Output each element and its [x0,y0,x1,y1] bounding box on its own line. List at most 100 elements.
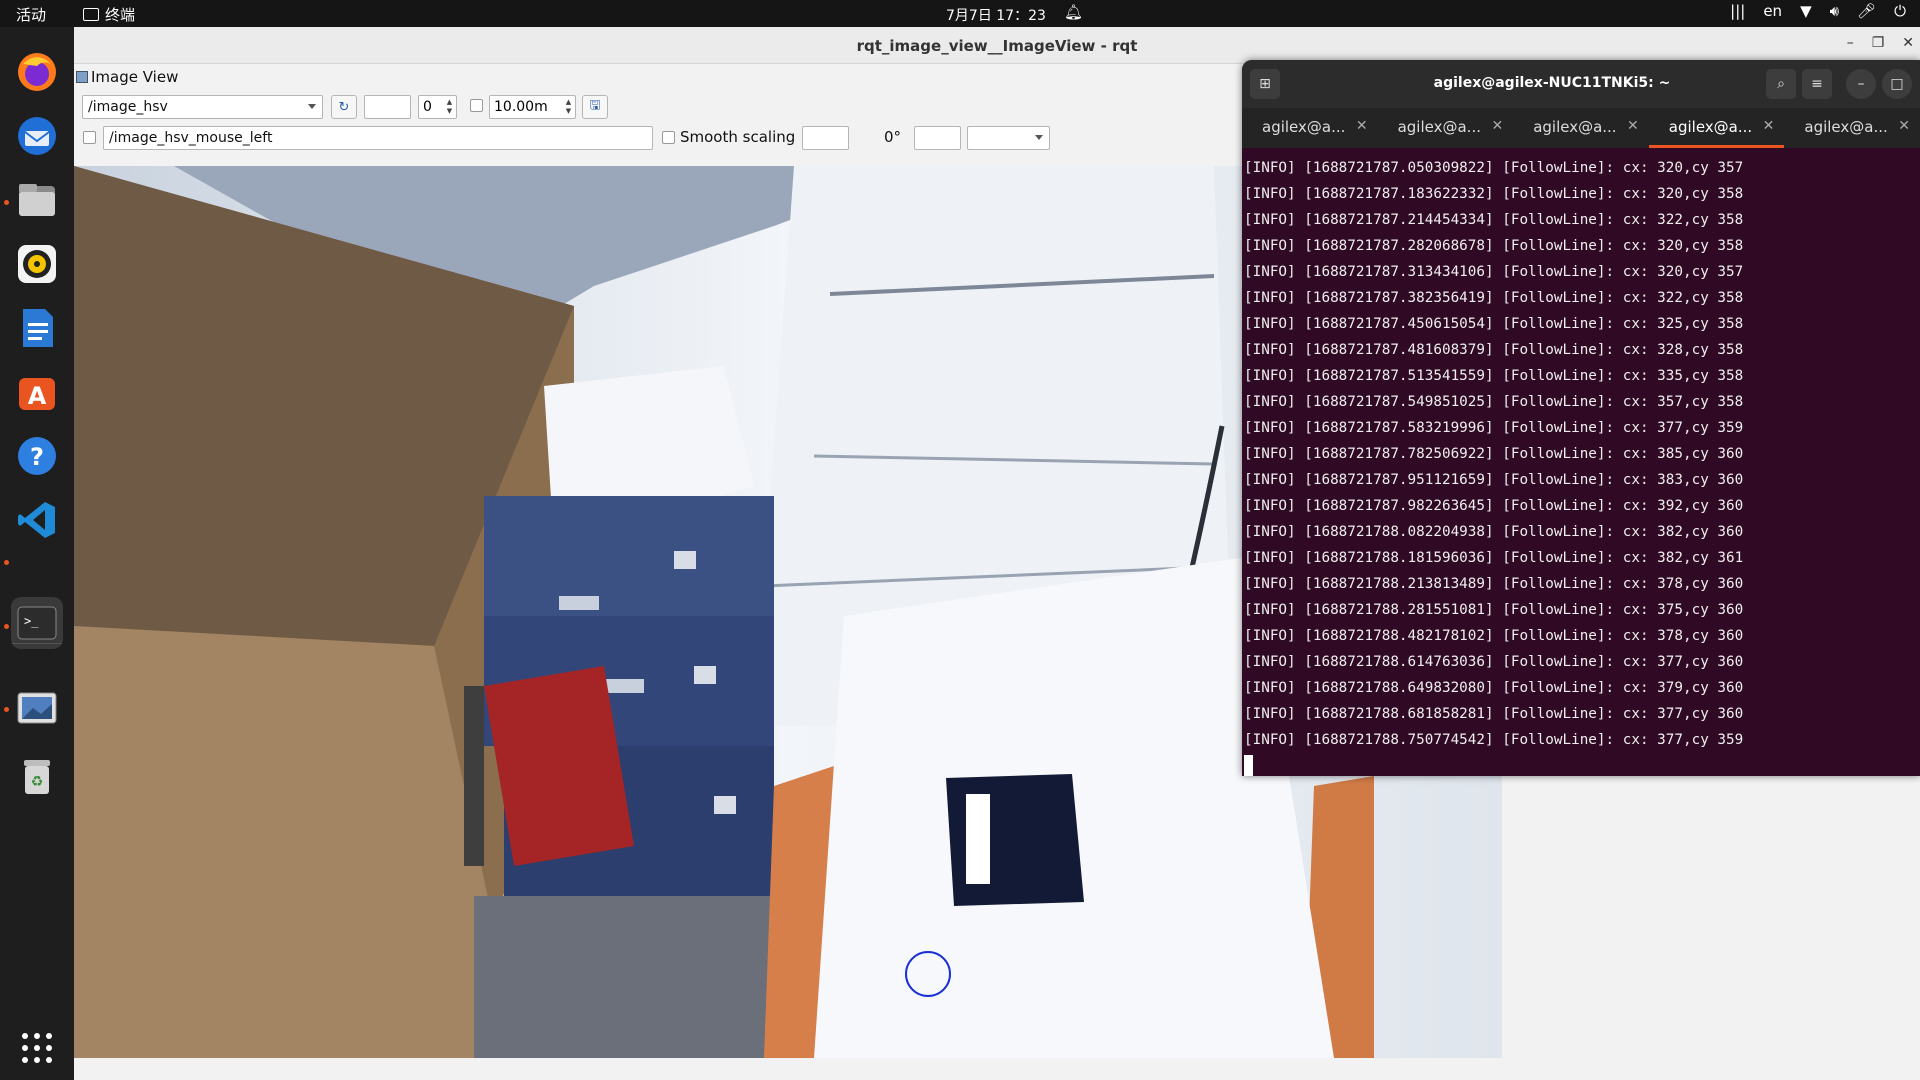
plugin-title: Image View [91,68,179,86]
log-line: [INFO] [1688721788.649832080] [FollowLin… [1244,680,1744,696]
activities-button[interactable]: 活动 [16,4,46,25]
terminal-tab-active[interactable]: agilex@a... ✕ [1648,108,1785,148]
log-line: [INFO] [1688721787.513541559] [FollowLin… [1244,368,1744,384]
terminal-icon[interactable]: >_ [11,597,63,649]
rotation-label: 0° [884,128,902,146]
log-line: [INFO] [1688721788.281551081] [FollowLin… [1244,602,1744,618]
trash-icon[interactable]: ♻︎ [11,749,63,801]
help-icon[interactable]: ? [11,430,63,482]
log-line: [INFO] [1688721787.982263645] [FollowLin… [1244,498,1744,514]
mouse-topic-input[interactable]: /image_hsv_mouse_left [103,126,653,150]
log-line: [INFO] [1688721787.313434106] [FollowLin… [1244,264,1744,280]
vscode-icon[interactable] [11,494,63,546]
mouse-publish-checkbox[interactable] [83,131,96,144]
svg-text:?: ? [30,443,44,471]
app-menu[interactable]: 终端 [83,4,135,25]
log-line: [INFO] [1688721788.614763036] [FollowLin… [1244,654,1744,670]
terminal-window: ⊞ agilex@agilex-NUC11TNKi5: ~ ⌕ ≡ – □ ag… [1242,60,1920,776]
microphone-icon: 🎤︎ [1857,2,1877,20]
terminal-minimize-button[interactable]: – [1846,69,1876,99]
color-scheme-select[interactable] [967,126,1050,150]
top-bar: 活动 终端 7月7日 17：23 🔔︎ ||| en ▼ 🔊︎ 🎤︎ ⏻ [0,0,1920,27]
spin-arrows-icon[interactable]: ▲ ▼ [564,98,573,116]
rqt-window-title: rqt_image_view__ImageView - rqt [856,37,1138,55]
volume-icon: 🔊︎ [1829,2,1840,20]
power-icon: ⏻ [1894,2,1906,20]
menu-button[interactable]: ≡ [1802,69,1832,99]
rotate-field[interactable] [914,126,961,150]
log-line: [INFO] [1688721787.951121659] [FollowLin… [1244,472,1744,488]
terminal-tab[interactable]: agilex@a... ✕ [1242,108,1378,148]
log-line: [INFO] [1688721788.082204938] [FollowLin… [1244,524,1744,540]
terminal-tab[interactable]: agilex@a... ✕ [1378,108,1514,148]
maximize-icon[interactable]: ❐ [1872,35,1885,51]
minimize-icon[interactable]: – [1847,35,1854,51]
hamburger-icon: ≡ [1811,76,1823,92]
log-line: [INFO] [1688721787.050309822] [FollowLin… [1244,160,1744,176]
system-tray[interactable]: ||| en ▼ 🔊︎ 🎤︎ ⏻ [1730,2,1906,20]
log-line: [INFO] [1688721787.549851025] [FollowLin… [1244,394,1744,410]
language-indicator[interactable]: en [1763,2,1782,20]
log-line: [INFO] [1688721787.782506922] [FollowLin… [1244,446,1744,462]
thunderbird-icon[interactable] [11,110,63,162]
log-line: [INFO] [1688721787.583219996] [FollowLin… [1244,420,1744,436]
close-tab-icon[interactable]: ✕ [1627,118,1639,134]
terminal-output[interactable]: [INFO] [1688721787.050309822] [FollowLin… [1244,155,1914,776]
refresh-topics-button[interactable]: ↻ [331,95,357,119]
log-line: [INFO] [1688721788.213813489] [FollowLin… [1244,576,1744,592]
topic-select-value: /image_hsv [88,99,168,115]
close-icon[interactable]: ✕ [1902,35,1914,51]
mouse-topic-value: /image_hsv_mouse_left [109,130,273,146]
log-line: [INFO] [1688721787.450615054] [FollowLin… [1244,316,1744,332]
close-tab-icon[interactable]: ✕ [1898,118,1910,134]
save-icon: 🖫︎ [589,98,601,113]
firefox-icon[interactable] [11,46,63,98]
smooth-scaling-label: Smooth scaling [680,128,796,146]
close-tab-icon[interactable]: ✕ [1763,118,1775,134]
app-center-icon[interactable]: A [11,366,63,418]
clock[interactable]: 7月7日 17：23 [946,5,1046,25]
log-line: [INFO] [1688721788.750774542] [FollowLin… [1244,732,1744,748]
log-line: [INFO] [1688721787.282068678] [FollowLin… [1244,238,1744,254]
smooth-scaling-checkbox[interactable] [662,131,675,144]
tab-label: agilex@a... [1668,118,1753,136]
spin-value-field[interactable]: 0 ▲ ▼ [418,95,457,119]
terminal-header[interactable]: ⊞ agilex@agilex-NUC11TNKi5: ~ ⌕ ≡ – □ [1242,60,1920,108]
search-button[interactable]: ⌕ [1766,69,1796,99]
maximize-icon: □ [1890,76,1904,92]
terminal-tab[interactable]: agilex@a... ✕ [1784,108,1920,148]
save-image-button[interactable]: 🖫︎ [582,95,608,119]
log-line: [INFO] [1688721788.482178102] [FollowLin… [1244,628,1744,644]
chevron-down-icon [308,104,316,109]
log-line: [INFO] [1688721788.181596036] [FollowLin… [1244,550,1744,566]
distance-checkbox[interactable] [470,99,483,112]
dock-separator [12,643,62,644]
running-indicator [4,707,9,712]
writer-icon[interactable] [11,302,63,354]
image-viewer-icon[interactable] [11,682,63,734]
input-method-icon[interactable]: ||| [1730,2,1745,20]
log-line: [INFO] [1688721787.214454334] [FollowLin… [1244,212,1744,228]
running-indicator [4,624,9,629]
log-line: [INFO] [1688721788.681858281] [FollowLin… [1244,706,1744,722]
image-value-field[interactable] [364,95,411,119]
spin-arrows-icon[interactable]: ▲ ▼ [445,98,454,116]
svg-text:♻︎: ♻︎ [31,774,44,790]
blank-field-1[interactable] [802,126,849,150]
log-line: [INFO] [1688721787.183622332] [FollowLin… [1244,186,1744,202]
app-name: 终端 [105,6,136,24]
distance-spinbox[interactable]: 10.00m ▲ ▼ [489,95,576,119]
rqt-titlebar[interactable]: rqt_image_view__ImageView - rqt – ❐ ✕ [74,27,1920,64]
terminal-maximize-button[interactable]: □ [1882,69,1912,99]
tab-label: agilex@a... [1804,118,1888,136]
close-tab-icon[interactable]: ✕ [1491,118,1503,134]
minimize-icon: – [1857,76,1865,92]
rhythmbox-icon[interactable] [11,238,63,290]
running-indicator [4,200,9,205]
wifi-icon: ▼ [1800,2,1812,20]
files-icon[interactable] [11,174,63,226]
terminal-tab[interactable]: agilex@a... ✕ [1513,108,1649,148]
app-grid-icon[interactable] [11,1022,63,1074]
close-tab-icon[interactable]: ✕ [1356,118,1368,134]
topic-select[interactable]: /image_hsv [82,95,323,119]
